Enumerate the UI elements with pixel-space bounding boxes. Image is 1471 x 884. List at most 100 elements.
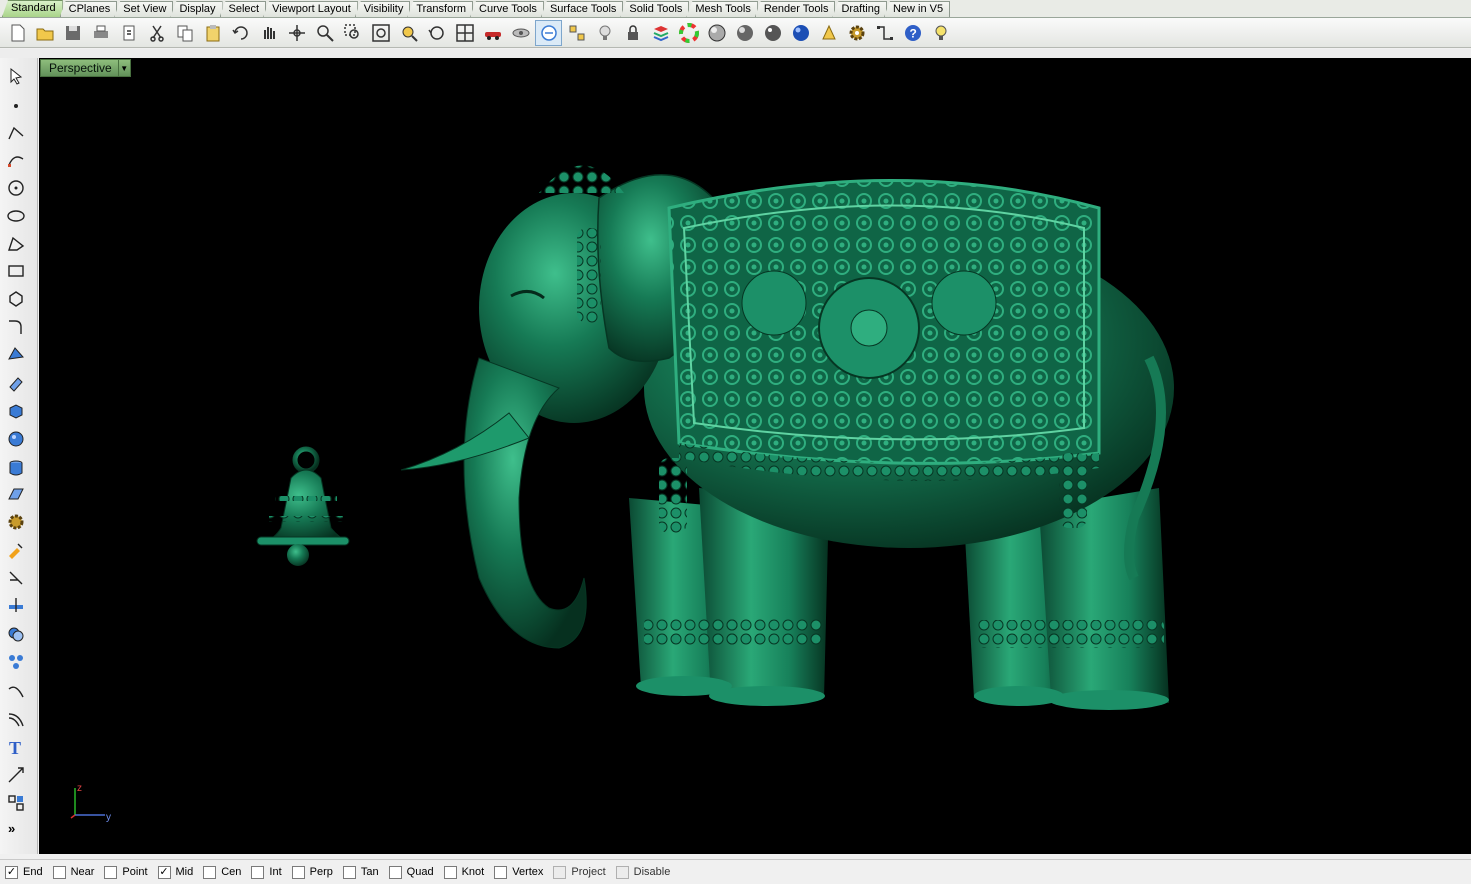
bell-pendant-model[interactable] <box>256 446 350 566</box>
array-tool-button[interactable] <box>4 791 28 815</box>
mesh-tool-button[interactable] <box>4 483 28 507</box>
extrude-tool-button[interactable] <box>4 371 28 395</box>
tab-solid-tools[interactable]: Solid Tools <box>620 1 690 17</box>
tab-render-tools[interactable]: Render Tools <box>754 1 836 17</box>
paste-button[interactable] <box>199 20 226 46</box>
gear-tool-tool-button[interactable] <box>4 510 28 534</box>
group-tool-button[interactable] <box>4 650 28 674</box>
ellipse-tool-button[interactable] <box>4 204 28 228</box>
osnap-knot[interactable]: Knot <box>443 865 484 879</box>
rendered-sphere-button[interactable] <box>731 20 758 46</box>
analyze-button[interactable] <box>815 20 842 46</box>
polyline-tool-button[interactable] <box>4 121 28 145</box>
import-button[interactable] <box>115 20 142 46</box>
blue-sphere-button[interactable] <box>787 20 814 46</box>
osnap-tan[interactable]: Tan <box>342 865 379 879</box>
arc-tool-button[interactable] <box>4 232 28 256</box>
osnap-end-checkbox[interactable]: ✓ <box>5 865 18 879</box>
tab-transform[interactable]: Transform <box>407 1 474 17</box>
elephant-model[interactable] <box>400 165 1174 711</box>
tab-drafting[interactable]: Drafting <box>832 1 887 17</box>
tab-cplanes[interactable]: CPlanes <box>59 1 118 17</box>
new-button[interactable] <box>3 20 30 46</box>
tab-standard[interactable]: Standard <box>2 0 63 17</box>
osnap-perp-checkbox[interactable] <box>291 865 305 879</box>
help-button[interactable]: ? <box>899 20 926 46</box>
osnap-tan-checkbox[interactable] <box>342 865 356 879</box>
tab-surface-tools[interactable]: Surface Tools <box>540 1 624 17</box>
rotate-view-button[interactable] <box>283 20 310 46</box>
lightbulb-button[interactable] <box>927 20 954 46</box>
tab-display[interactable]: Display <box>170 1 223 17</box>
zoom-selected-button[interactable] <box>395 20 422 46</box>
tab-viewport-layout[interactable]: Viewport Layout <box>263 1 358 17</box>
boolean-tool-button[interactable] <box>4 538 28 562</box>
print-button[interactable] <box>87 20 114 46</box>
split-tool-button[interactable] <box>4 593 28 617</box>
tab-mesh-tools[interactable]: Mesh Tools <box>686 1 758 17</box>
glossy-sphere-button[interactable] <box>759 20 786 46</box>
fillet-curve-tool-button[interactable] <box>4 315 28 339</box>
trim-tool-button[interactable] <box>4 566 28 590</box>
viewport-title[interactable]: Perspective <box>40 59 119 77</box>
osnap-knot-checkbox[interactable] <box>443 865 457 879</box>
cylinder-tool-button[interactable] <box>4 456 28 480</box>
viewport-menu-dropdown[interactable]: ▼ <box>118 59 131 77</box>
color-wheel-button[interactable] <box>675 20 702 46</box>
box-tool-button[interactable] <box>4 399 28 423</box>
osnap-int-checkbox[interactable] <box>251 865 265 879</box>
rectangle-tool-button[interactable] <box>4 259 28 283</box>
tab-select[interactable]: Select <box>219 1 267 17</box>
tab-visibility[interactable]: Visibility <box>354 1 411 17</box>
copy-button[interactable] <box>171 20 198 46</box>
tab-new-in-v5[interactable]: New in V5 <box>883 1 951 17</box>
light-button[interactable] <box>591 20 618 46</box>
undo-button[interactable] <box>227 20 254 46</box>
open-button[interactable] <box>31 20 58 46</box>
fillet-tool-button[interactable] <box>4 707 28 731</box>
osnap-perp[interactable]: Perp <box>291 865 333 879</box>
cut-button[interactable] <box>143 20 170 46</box>
point-edit-button[interactable] <box>563 20 590 46</box>
zoom-window-button[interactable] <box>339 20 366 46</box>
osnap-quad[interactable]: Quad <box>388 865 434 879</box>
osnap-button[interactable] <box>535 19 562 46</box>
pan-button[interactable] <box>255 20 282 46</box>
hide-button[interactable] <box>507 20 534 46</box>
osnap-end[interactable]: ✓ End <box>5 865 43 879</box>
osnap-cen[interactable]: Cen <box>203 865 241 879</box>
text-tool-button[interactable]: T <box>4 735 28 759</box>
osnap-vertex[interactable]: Vertex <box>494 865 543 879</box>
osnap-point[interactable]: Point <box>104 865 148 879</box>
select-arrow-tool-button[interactable] <box>4 64 28 88</box>
zoom-button[interactable] <box>311 20 338 46</box>
move-tool-button[interactable] <box>4 763 28 787</box>
viewport-title-tab[interactable]: Perspective ▼ <box>40 59 131 77</box>
car-button[interactable] <box>479 20 506 46</box>
osnap-cen-checkbox[interactable] <box>203 865 217 879</box>
osnap-mid-checkbox[interactable]: ✓ <box>157 865 171 879</box>
sphere-tool-button[interactable] <box>4 427 28 451</box>
four-viewports-button[interactable] <box>451 20 478 46</box>
osnap-vertex-checkbox[interactable] <box>494 865 508 879</box>
save-button[interactable] <box>59 20 86 46</box>
surface-tool-button[interactable] <box>4 342 28 366</box>
tab-set-view[interactable]: Set View <box>114 1 174 17</box>
osnap-mid[interactable]: ✓ Mid <box>157 865 193 879</box>
osnap-int[interactable]: Int <box>251 865 282 879</box>
settings-gear-button[interactable] <box>843 20 870 46</box>
layer-button[interactable] <box>647 20 674 46</box>
shaded-sphere-button[interactable] <box>703 20 730 46</box>
dimension-button[interactable] <box>871 20 898 46</box>
osnap-near[interactable]: Near <box>52 865 94 879</box>
tab-curve-tools[interactable]: Curve Tools <box>470 1 544 17</box>
osnap-near-checkbox[interactable] <box>52 865 66 879</box>
polygon-tool-button[interactable] <box>4 287 28 311</box>
osnap-point-checkbox[interactable] <box>104 865 118 879</box>
undo-view-button[interactable] <box>423 20 450 46</box>
osnap-quad-checkbox[interactable] <box>388 865 402 879</box>
offset-tool-button[interactable] <box>4 679 28 703</box>
viewport-scene[interactable]: z y <box>39 58 1471 854</box>
zoom-extents-button[interactable] <box>367 20 394 46</box>
boolean-union-tool-button[interactable] <box>4 622 28 646</box>
